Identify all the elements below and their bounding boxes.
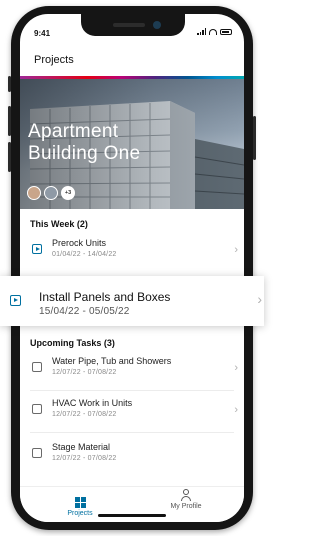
divider: [30, 390, 234, 391]
this-week-heading: This Week (2): [30, 219, 88, 229]
calendar-icon: [32, 448, 42, 458]
volume-up-button: [8, 106, 11, 136]
power-button: [253, 116, 256, 160]
task-title: Install Panels and Boxes: [39, 290, 171, 304]
chevron-right-icon: ›: [257, 291, 262, 307]
signal-icon: [197, 28, 206, 35]
mute-switch: [8, 76, 11, 92]
status-time: 9:41: [34, 29, 51, 38]
calendar-play-icon: [10, 295, 21, 306]
status-icons: [197, 28, 232, 35]
home-indicator: [98, 514, 166, 517]
calendar-icon: [32, 404, 42, 414]
volume-down-button: [8, 142, 11, 172]
task-dates: 12/07/22 - 07/08/22: [52, 411, 117, 418]
task-dates: 15/04/22 - 05/05/22: [39, 306, 130, 317]
tab-projects[interactable]: Projects: [50, 489, 110, 517]
camera: [153, 21, 161, 29]
task-title: Water Pipe, Tub and Showers: [52, 356, 172, 366]
page-title: Projects: [34, 54, 74, 66]
task-row[interactable]: HVAC Work in Units 12/07/22 - 07/08/22 ›: [20, 394, 244, 430]
task-dates: 01/04/22 - 14/04/22: [52, 251, 117, 258]
project-name: Apartment Building One: [28, 121, 141, 164]
chevron-right-icon: ›: [234, 404, 238, 416]
task-dates: 12/07/22 - 07/08/22: [52, 455, 117, 462]
avatar: [44, 186, 58, 200]
calendar-icon: [32, 362, 42, 372]
task-dates: 12/07/22 - 07/08/22: [52, 369, 117, 376]
person-icon: [181, 489, 191, 501]
calendar-play-icon: [32, 244, 42, 254]
divider: [30, 432, 234, 433]
upcoming-heading: Upcoming Tasks (3): [30, 338, 115, 348]
task-row[interactable]: Stage Material 12/07/22 - 07/08/22: [20, 438, 244, 474]
tab-label: My Profile: [170, 503, 202, 510]
grid-icon: [74, 497, 86, 508]
notch: [81, 14, 185, 36]
avatar: [27, 186, 41, 200]
task-title: HVAC Work in Units: [52, 398, 133, 408]
task-row-dragged[interactable]: Install Panels and Boxes 15/04/22 - 05/0…: [0, 276, 264, 326]
team-avatars[interactable]: +3: [27, 186, 75, 200]
app-screen: 9:41 Projects Apartment Building One +3 …: [20, 14, 244, 522]
task-row[interactable]: Water Pipe, Tub and Showers 12/07/22 - 0…: [20, 352, 244, 388]
task-title: Prerock Units: [52, 238, 107, 248]
chevron-right-icon: ›: [234, 244, 238, 256]
task-title: Stage Material: [52, 442, 111, 452]
chevron-right-icon: ›: [234, 362, 238, 374]
battery-icon: [220, 28, 232, 35]
more-members-badge: +3: [61, 186, 75, 200]
project-hero[interactable]: Apartment Building One +3: [20, 79, 244, 209]
task-row[interactable]: Prerock Units 01/04/22 - 14/04/22 ›: [20, 234, 244, 270]
speaker: [113, 23, 145, 27]
wifi-icon: [209, 28, 217, 35]
tab-my-profile[interactable]: My Profile: [156, 489, 216, 510]
